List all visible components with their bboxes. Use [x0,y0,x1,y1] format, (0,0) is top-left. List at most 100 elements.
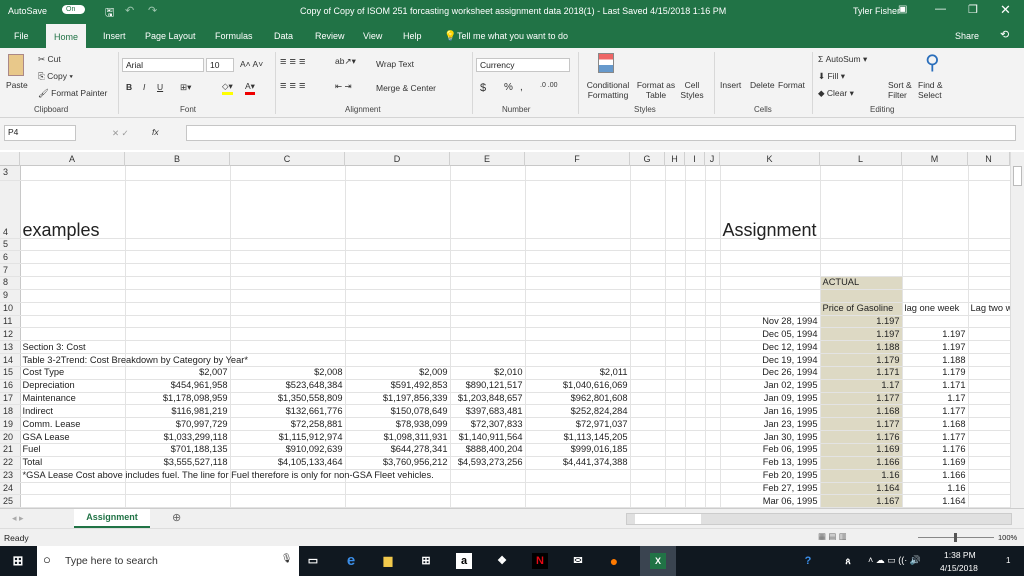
cell-h20[interactable] [665,430,686,444]
cell-h22[interactable] [665,456,686,470]
cell-f12[interactable] [525,327,631,342]
cell-b11[interactable] [125,315,231,329]
scroll-thumb[interactable] [1013,166,1022,186]
cell-f7[interactable] [525,263,631,278]
cell-l25[interactable]: 1.167 [820,494,903,509]
cell-m3[interactable] [902,166,969,181]
cell-k18[interactable]: Jan 16, 1995 [720,404,821,419]
cell-j22[interactable] [705,456,721,470]
cell-f9[interactable] [525,289,631,303]
conditional-formatting-icon[interactable] [598,53,614,73]
column-header-f[interactable]: F [525,152,630,166]
cell-i21[interactable] [685,443,706,457]
cell-i17[interactable] [685,392,706,406]
cell-l5[interactable] [820,238,903,252]
cell-j25[interactable] [705,494,721,509]
add-sheet-icon[interactable]: ⊕ [172,511,181,524]
zoom-slider-handle[interactable] [954,533,957,542]
cell-d17[interactable]: $1,197,856,339 [345,392,451,406]
cell-j10[interactable] [705,302,721,316]
cell-l24[interactable]: 1.164 [820,482,903,496]
cell-n15[interactable] [968,366,1011,380]
cell-c21[interactable]: $910,092,639 [230,443,346,457]
cell-i18[interactable] [685,404,706,419]
cell-j5[interactable] [705,238,721,252]
cell-f13[interactable] [525,340,631,355]
cell-h6[interactable] [665,250,686,265]
cell-i23[interactable] [685,469,706,483]
cell-f22[interactable]: $4,441,374,388 [525,456,631,470]
dropbox-icon[interactable]: ❖ [494,553,510,569]
cell-e17[interactable]: $1,203,848,657 [450,392,526,406]
cell-b17[interactable]: $1,178,098,959 [125,392,231,406]
cell-i15[interactable] [685,366,706,380]
row-header[interactable]: 5 [0,238,21,252]
cell-j7[interactable] [705,263,721,278]
cell-m6[interactable] [902,250,969,265]
cell-c17[interactable]: $1,350,558,809 [230,392,346,406]
cell-g24[interactable] [630,482,666,496]
cell-a16[interactable]: Depreciation [20,379,126,393]
cell-d22[interactable]: $3,760,956,212 [345,456,451,470]
cell-f20[interactable]: $1,113,145,205 [525,430,631,444]
cell-i14[interactable] [685,353,706,367]
cell-a12[interactable] [20,327,126,342]
cell-d19[interactable]: $78,938,099 [345,417,451,432]
cell-c13[interactable] [230,340,346,355]
cell-n3[interactable] [968,166,1011,181]
formula-input[interactable] [186,125,1016,141]
cell-m15[interactable]: 1.179 [902,366,969,380]
cell-a23[interactable]: *GSA Lease Cost above includes fuel. The… [20,469,434,483]
cell-k22[interactable]: Feb 13, 1995 [720,456,821,470]
insert-function-button[interactable]: fx [152,127,159,137]
cell-a19[interactable]: Comm. Lease [20,417,126,432]
column-header-h[interactable]: H [665,152,685,166]
cell-d21[interactable]: $644,278,341 [345,443,451,457]
cell-h13[interactable] [665,340,686,355]
cell-j11[interactable] [705,315,721,329]
column-header-j[interactable]: J [705,152,720,166]
cell-a24[interactable] [20,482,126,496]
cell-g3[interactable] [630,166,666,181]
cell-f11[interactable] [525,315,631,329]
amazon-icon[interactable]: a [456,553,472,569]
tab-file[interactable]: File [6,28,37,44]
cell-k21[interactable]: Feb 06, 1995 [720,443,821,457]
cell-b16[interactable]: $454,961,958 [125,379,231,393]
cell-l16[interactable]: 1.17 [820,379,903,393]
cell-h25[interactable] [665,494,686,509]
cell-m19[interactable]: 1.168 [902,417,969,432]
row-header[interactable]: 14 [0,353,21,367]
cell-j15[interactable] [705,366,721,380]
format-as-table-button[interactable]: Format as Table [636,80,676,100]
font-size-select[interactable]: 10 [206,58,234,72]
cell-j6[interactable] [705,250,721,265]
cell-a14[interactable]: Table 3-2Trend: Cost Breakdown by Catego… [20,353,248,367]
edge-icon[interactable]: e [343,553,359,569]
column-header-a[interactable]: A [20,152,125,166]
cell-b18[interactable]: $116,981,219 [125,404,231,419]
cell-b24[interactable] [125,482,231,496]
cell-i19[interactable] [685,417,706,432]
paste-icon[interactable] [8,54,24,76]
cell-l12[interactable]: 1.197 [820,327,903,342]
format-cells-button[interactable]: Format [778,80,805,90]
cell-d6[interactable] [345,250,451,265]
cell-l13[interactable]: 1.188 [820,340,903,355]
cell-e9[interactable] [450,289,526,303]
row-header[interactable]: 11 [0,315,21,329]
cell-n17[interactable] [968,392,1011,406]
cell-i24[interactable] [685,482,706,496]
horizontal-align-icons[interactable]: ≡ ≡ ≡ [280,80,305,92]
cell-m8[interactable] [902,276,969,290]
cell-a22[interactable]: Total [20,456,126,470]
bold-button[interactable]: B [126,82,132,92]
cell-styles-button[interactable]: Cell Styles [678,80,706,100]
cell-m14[interactable]: 1.188 [902,353,969,367]
task-view-icon[interactable]: ▭ [305,553,321,569]
cell-l3[interactable] [820,166,903,181]
cell-f23[interactable] [525,469,631,483]
cell-m4[interactable] [902,180,969,239]
cell-a15[interactable]: Cost Type [20,366,126,380]
cell-m24[interactable]: 1.16 [902,482,969,496]
